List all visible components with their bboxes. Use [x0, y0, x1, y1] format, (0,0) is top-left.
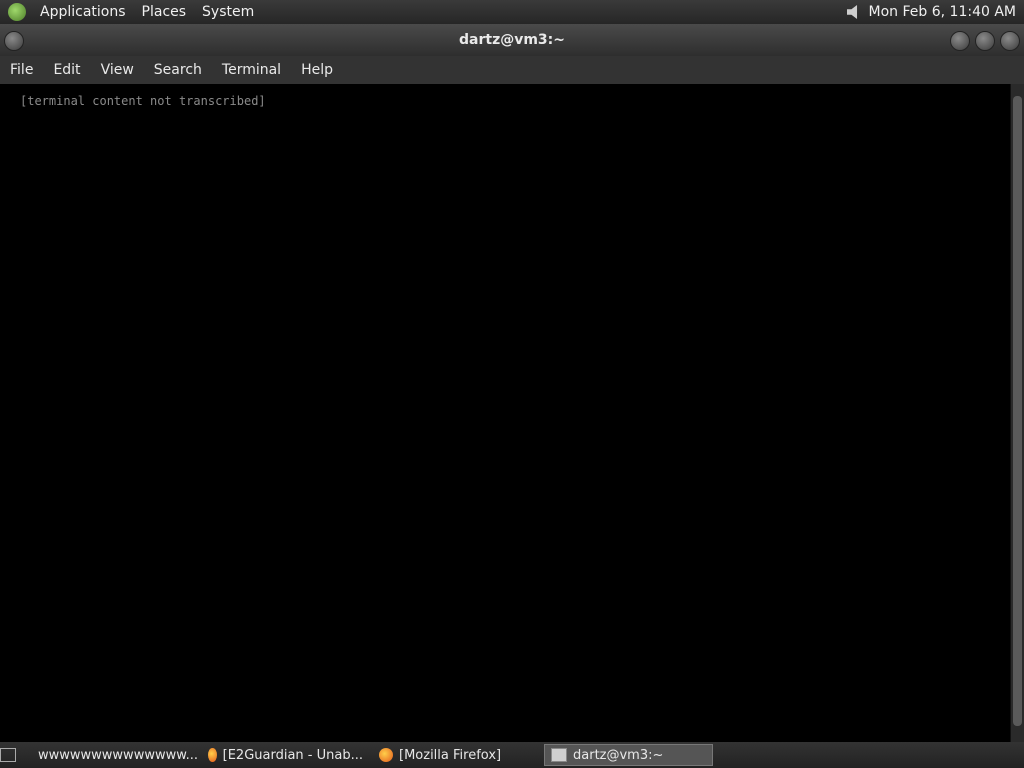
window-title: dartz@vm3:~: [459, 32, 565, 48]
scrollbar-thumb[interactable]: [1013, 96, 1022, 726]
menu-places[interactable]: Places: [134, 4, 195, 20]
maximize-icon[interactable]: [975, 31, 995, 51]
close-icon[interactable]: [1000, 31, 1020, 51]
menu-search[interactable]: Search: [144, 62, 212, 78]
window-titlebar[interactable]: dartz@vm3:~: [0, 24, 1024, 56]
taskbar-item[interactable]: [Mozilla Firefox]: [373, 745, 540, 765]
taskbar-item-active[interactable]: dartz@vm3:~: [544, 744, 713, 766]
menu-terminal[interactable]: Terminal: [212, 62, 291, 78]
taskbar-item-label: [Mozilla Firefox]: [399, 747, 502, 763]
menu-file[interactable]: File: [0, 62, 43, 78]
show-desktop-icon[interactable]: [0, 748, 16, 762]
terminal-menubar: File Edit View Search Terminal Help: [0, 56, 1024, 84]
minimize-icon[interactable]: [950, 31, 970, 51]
window-menu-icon[interactable]: [4, 31, 24, 51]
volume-icon[interactable]: [846, 5, 858, 19]
taskbar-item-label: [E2Guardian - Unab...: [222, 747, 363, 763]
menu-applications[interactable]: Applications: [32, 4, 134, 20]
firefox-icon: [208, 748, 217, 762]
distro-logo-icon[interactable]: [8, 3, 26, 21]
terminal-placeholder: [terminal content not transcribed]: [20, 94, 266, 108]
taskbar-item-label: dartz@vm3:~: [573, 747, 664, 763]
menu-help[interactable]: Help: [291, 62, 343, 78]
taskbar-item[interactable]: wwwwwwwwwwwwww...: [26, 745, 198, 765]
menu-edit[interactable]: Edit: [43, 62, 90, 78]
taskbar-item[interactable]: [E2Guardian - Unab...: [202, 745, 369, 765]
clock[interactable]: Mon Feb 6, 11:40 AM: [869, 4, 1024, 20]
top-panel: Applications Places System Mon Feb 6, 11…: [0, 0, 1024, 24]
taskbar-item-label: wwwwwwwwwwwwww...: [38, 747, 198, 763]
menu-view[interactable]: View: [91, 62, 144, 78]
firefox-icon: [379, 748, 393, 762]
scrollbar[interactable]: [1010, 84, 1024, 742]
taskbar: wwwwwwwwwwwwww... [E2Guardian - Unab... …: [0, 742, 1024, 768]
terminal-icon: [551, 748, 567, 762]
menu-system[interactable]: System: [194, 4, 262, 20]
terminal-area[interactable]: [terminal content not transcribed]: [0, 84, 1010, 742]
